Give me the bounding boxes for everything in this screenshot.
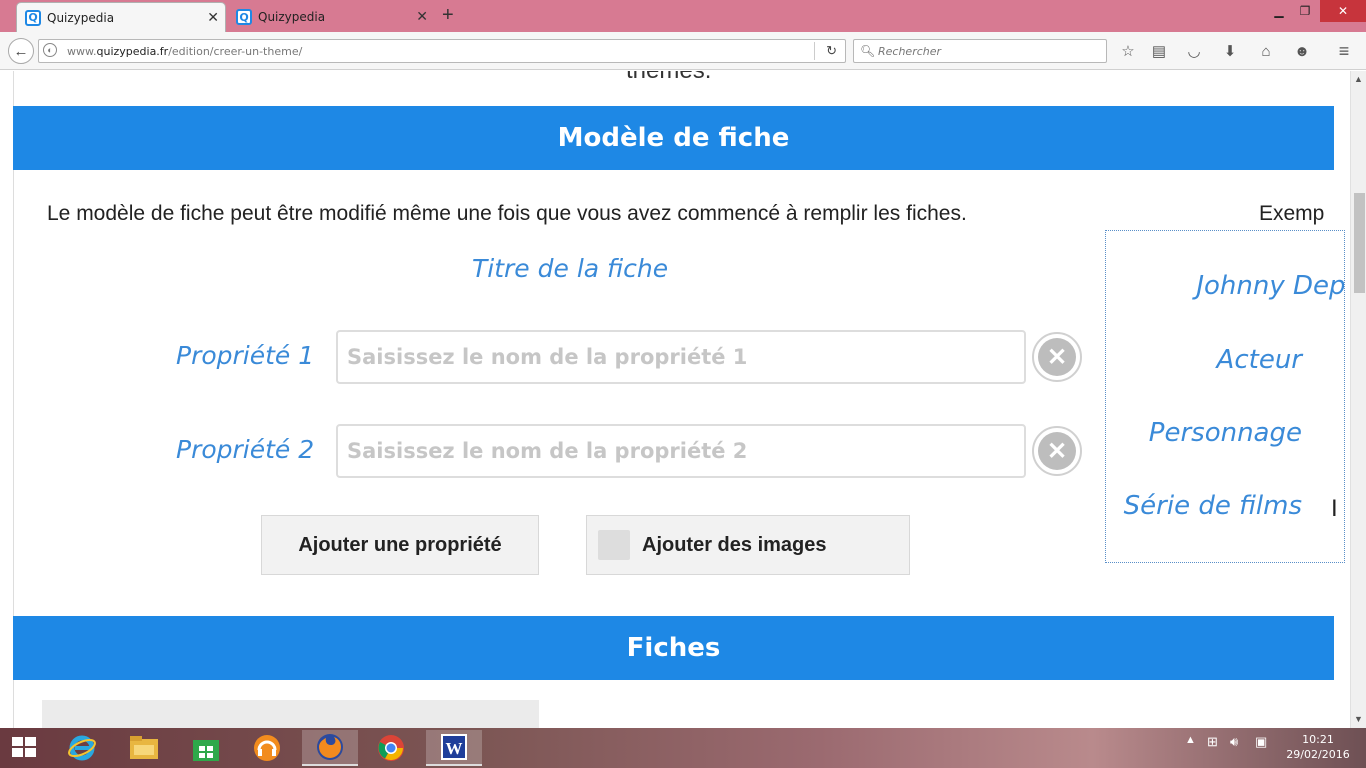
globe-icon: ◐ <box>43 43 57 57</box>
property-1-label: Propriété 1 <box>176 341 315 370</box>
close-circle-icon: ✕ <box>1038 338 1076 376</box>
network-icon[interactable]: ▣ <box>1255 734 1267 750</box>
reload-icon[interactable]: ↻ <box>826 43 837 59</box>
windows-start-icon[interactable] <box>12 737 38 759</box>
download-icon[interactable]: ⬇ <box>1220 41 1240 61</box>
clock-time: 10:21 <box>1302 733 1334 746</box>
page-scrollbar[interactable]: ▲ ▼ <box>1350 71 1366 728</box>
quizypedia-favicon-icon: Q <box>25 9 41 26</box>
search-bar[interactable]: 🔍︎ Rechercher <box>853 39 1107 63</box>
example-card: Johnny Depp Acteur Personnage Série de f… <box>1105 230 1345 563</box>
browser-navbar: ← ◐ www.quizypedia.fr/edition/creer-un-t… <box>0 32 1366 70</box>
modele-description: Le modèle de fiche peut être modifié mêm… <box>47 202 967 225</box>
hello-chat-icon[interactable]: ☻ <box>1292 41 1312 61</box>
add-images-checkbox[interactable] <box>598 530 630 560</box>
word-icon[interactable]: W <box>426 730 482 766</box>
property-2-input[interactable] <box>336 424 1026 478</box>
bookmark-star-icon[interactable]: ☆ <box>1118 41 1138 61</box>
fiche-title-label[interactable]: Titre de la fiche <box>472 254 668 283</box>
menu-hamburger-icon[interactable]: ≡ <box>1334 41 1354 61</box>
property-2-label: Propriété 2 <box>176 435 315 464</box>
scroll-thumb[interactable] <box>1354 193 1365 293</box>
url-text[interactable]: www.quizypedia.fr/edition/creer-un-theme… <box>67 45 302 58</box>
example-value-cut: I <box>1331 495 1338 522</box>
svg-text:W: W <box>446 739 463 758</box>
page-viewport: thèmes. Modèle de fiche Le modèle de fic… <box>0 71 1366 728</box>
search-icon: 🔍︎ <box>860 44 876 58</box>
tab-title: Quizypedia <box>258 10 326 24</box>
quizypedia-favicon-icon: Q <box>236 9 252 25</box>
tab-quizypedia-active[interactable]: Q Quizypedia ✕ <box>16 2 226 32</box>
scroll-up-icon[interactable]: ▲ <box>1354 74 1363 84</box>
url-separator <box>814 42 815 60</box>
restore-icon[interactable]: ❐ <box>1294 0 1316 22</box>
fiche-card-placeholder[interactable] <box>42 700 539 728</box>
chrome-icon[interactable] <box>365 730 417 766</box>
tray-expand-icon[interactable]: ▲ <box>1185 734 1196 746</box>
intro-text-cut: thèmes. <box>626 71 711 85</box>
example-title: Johnny Depp <box>1196 271 1345 301</box>
home-icon[interactable]: ⌂ <box>1256 41 1276 61</box>
windows-store-icon[interactable] <box>180 730 232 766</box>
url-bar[interactable]: ◐ www.quizypedia.fr/edition/creer-un-the… <box>38 39 846 63</box>
search-placeholder: Rechercher <box>878 45 942 58</box>
property-1-input[interactable] <box>336 330 1026 384</box>
system-clock[interactable]: 10:21 29/02/2016 <box>1283 732 1353 762</box>
volume-icon[interactable]: 🔊︎ <box>1230 734 1238 750</box>
windows-taskbar: W ▲ ⊞ 🔊︎ ▣ 10:21 29/02/2016 <box>0 728 1366 768</box>
music-player-icon[interactable] <box>241 730 293 766</box>
internet-explorer-icon[interactable] <box>56 730 108 766</box>
example-row-serie: Série de films <box>1123 491 1302 521</box>
example-row-personnage: Personnage <box>1148 418 1302 448</box>
tab-close-icon[interactable]: ✕ <box>207 10 219 26</box>
fiches-header: Fiches <box>13 616 1334 680</box>
reading-list-icon[interactable]: ▤ <box>1149 41 1169 61</box>
clock-date: 29/02/2016 <box>1286 748 1350 761</box>
browser-tabstrip: Q Quizypedia ✕ Q Quizypedia ✕ + ▁ ❐ ✕ <box>0 0 1366 32</box>
pocket-icon[interactable]: ◡ <box>1184 41 1204 61</box>
example-row-acteur: Acteur <box>1216 345 1302 375</box>
back-icon[interactable]: ← <box>8 38 34 64</box>
add-images-toggle[interactable]: Ajouter des images <box>586 515 910 575</box>
firefox-icon[interactable] <box>302 730 358 766</box>
new-tab-icon[interactable]: + <box>442 4 454 27</box>
window-close-icon[interactable]: ✕ <box>1320 0 1366 22</box>
modele-de-fiche-header: Modèle de fiche <box>13 106 1334 170</box>
scroll-down-icon[interactable]: ▼ <box>1354 714 1363 724</box>
close-circle-icon: ✕ <box>1038 432 1076 470</box>
add-images-label: Ajouter des images <box>642 533 827 556</box>
file-explorer-icon[interactable] <box>118 730 170 766</box>
minimize-icon[interactable]: ▁ <box>1268 0 1290 22</box>
add-property-button[interactable]: Ajouter une propriété <box>261 515 539 575</box>
example-heading: Exemp <box>1259 202 1325 225</box>
tab-quizypedia[interactable]: Q Quizypedia ✕ <box>228 2 434 32</box>
delete-property-2-button[interactable]: ✕ <box>1032 426 1082 476</box>
action-center-icon[interactable]: ⊞ <box>1207 734 1218 750</box>
tab-title: Quizypedia <box>47 10 115 25</box>
tab-close-icon[interactable]: ✕ <box>416 9 428 25</box>
delete-property-1-button[interactable]: ✕ <box>1032 332 1082 382</box>
